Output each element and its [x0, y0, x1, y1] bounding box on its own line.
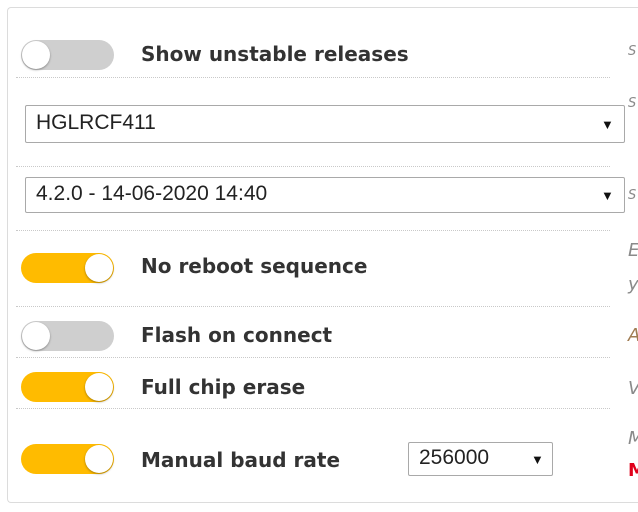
baud-rate-select[interactable]: 256000 ▼ — [408, 442, 553, 476]
side-description-text: S — [628, 96, 637, 111]
dropdown-arrow-icon: ▼ — [601, 117, 614, 132]
flash-on-connect-label: Flash on connect — [141, 323, 333, 347]
toggle-knob — [85, 373, 113, 401]
dropdown-arrow-icon: ▼ — [601, 188, 614, 203]
toggle-knob — [22, 41, 50, 69]
toggle-knob — [85, 445, 113, 473]
toggle-knob — [22, 322, 50, 350]
firmware-version-select[interactable]: 4.2.0 - 14-06-2020 14:40 ▼ — [25, 177, 625, 213]
board-select[interactable]: HGLRCF411 ▼ — [25, 105, 625, 143]
side-warning-text: M — [628, 460, 638, 481]
baud-rate-value: 256000 — [419, 446, 490, 469]
firmware-select-value: 4.2.0 - 14-06-2020 14:40 — [36, 182, 268, 205]
toggle-knob — [85, 254, 113, 282]
no-reboot-sequence-label: No reboot sequence — [141, 254, 368, 278]
side-description-text: S — [628, 188, 637, 203]
side-description-text: y — [628, 274, 638, 295]
full-chip-erase-toggle[interactable] — [21, 372, 114, 402]
show-unstable-releases-label: Show unstable releases — [141, 42, 409, 66]
show-unstable-releases-toggle[interactable] — [21, 40, 114, 70]
side-description-text: E — [628, 240, 638, 261]
full-chip-erase-label: Full chip erase — [141, 375, 306, 399]
board-select-value: HGLRCF411 — [36, 111, 156, 134]
dropdown-arrow-icon: ▼ — [531, 452, 544, 467]
side-description-text: V — [628, 378, 638, 399]
no-reboot-sequence-toggle[interactable] — [21, 253, 114, 283]
manual-baud-rate-label: Manual baud rate — [141, 448, 341, 472]
flash-on-connect-toggle[interactable] — [21, 321, 114, 351]
side-description-text: M — [628, 428, 638, 449]
manual-baud-rate-toggle[interactable] — [21, 444, 114, 474]
side-description-text: S — [628, 44, 637, 59]
side-description-text: A — [628, 325, 638, 346]
